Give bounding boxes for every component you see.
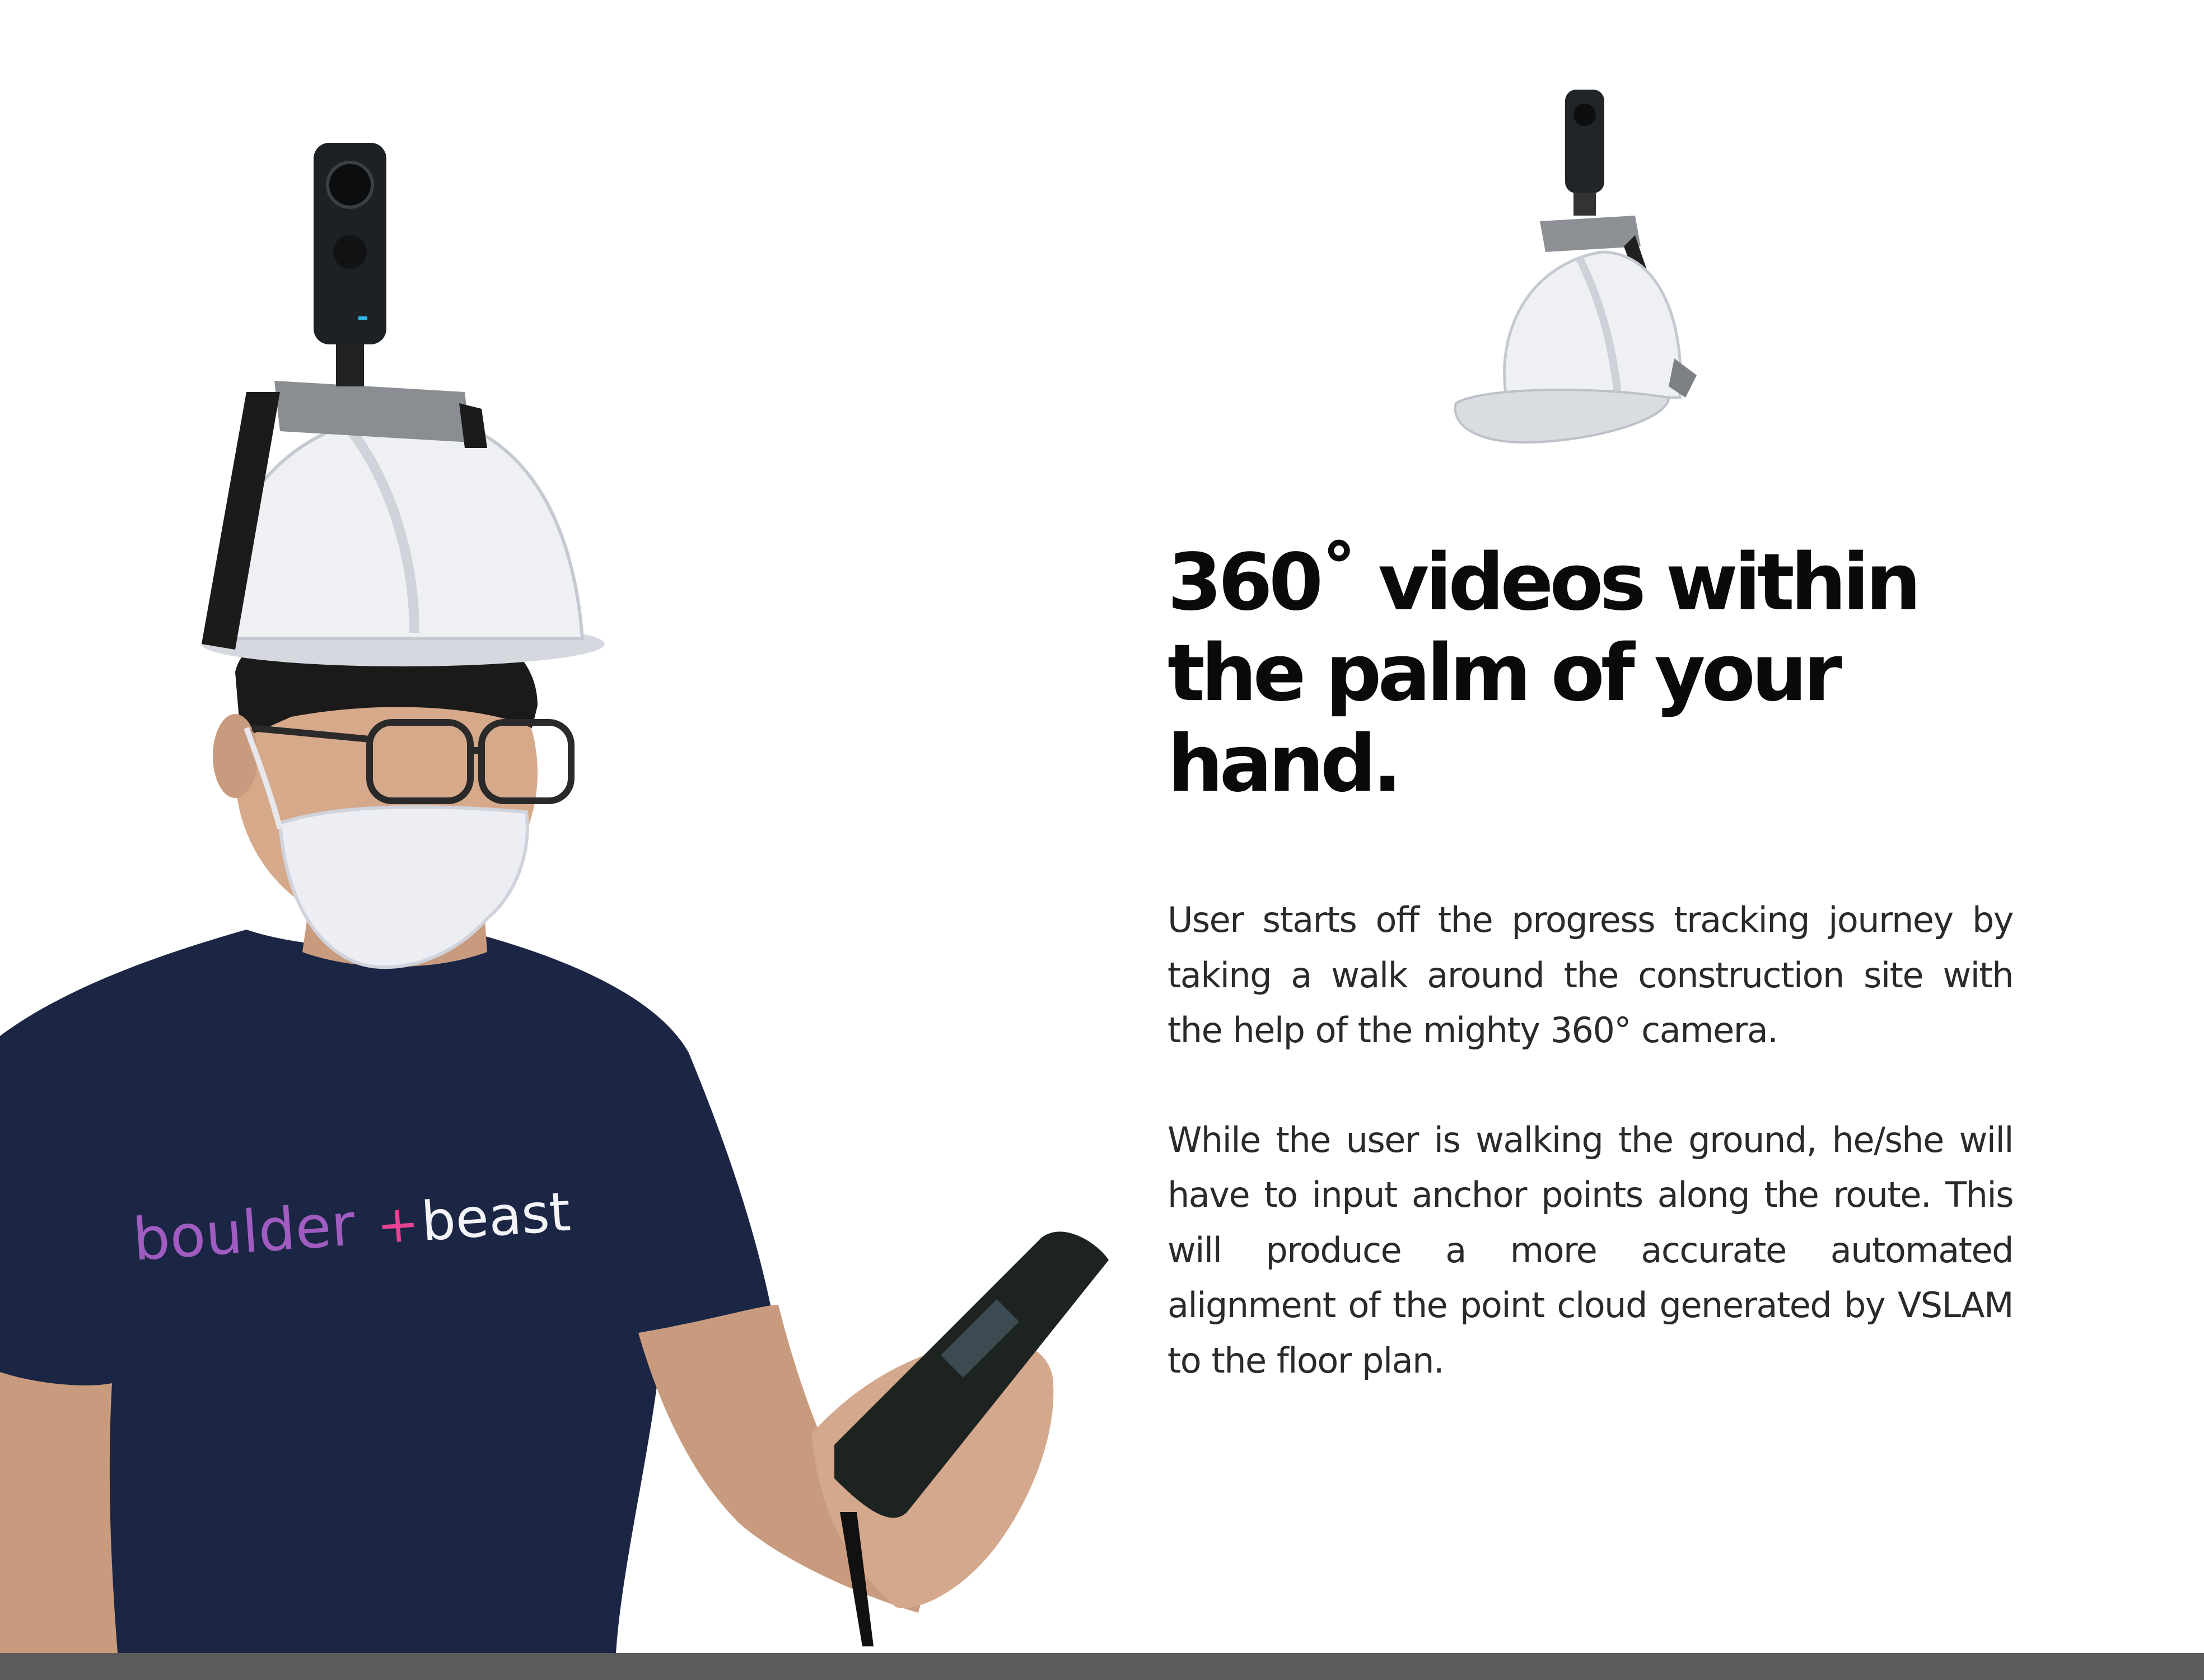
product-camera-mount xyxy=(1573,193,1596,216)
camera-mount-screw xyxy=(336,342,364,386)
product-camera-lens xyxy=(1573,104,1596,126)
person-with-helmet-camera-photo xyxy=(0,143,1109,1653)
camera-screen xyxy=(333,235,367,269)
headline: 360˚ videos within the palm of your hand… xyxy=(1168,537,1921,810)
shirt-logo: boulder + beast xyxy=(130,1180,573,1274)
content-column: 360˚ videos within the palm of your hand… xyxy=(1168,537,2014,1388)
shirt-logo-plus: + xyxy=(375,1194,421,1256)
product-helmet-dome xyxy=(1503,250,1682,399)
product-helmet-brim xyxy=(1454,389,1670,444)
helmet-camera-product-photo xyxy=(1454,90,1697,444)
left-arm xyxy=(0,1372,118,1653)
bottom-bar xyxy=(0,1653,2204,1680)
anchor-points-paragraph: While the user is walking the ground, he… xyxy=(1168,1119,2014,1381)
intro-paragraph: User starts off the progress tracking jo… xyxy=(1168,899,2014,1051)
shirt-logo-word1: boulder xyxy=(130,1191,357,1274)
helmet-mount-bracket xyxy=(274,381,470,442)
ear xyxy=(213,714,258,798)
camera-led xyxy=(358,316,367,320)
camera-lens xyxy=(326,161,374,209)
shirt-logo-word2: beast xyxy=(419,1180,573,1253)
shirt xyxy=(0,930,773,1653)
